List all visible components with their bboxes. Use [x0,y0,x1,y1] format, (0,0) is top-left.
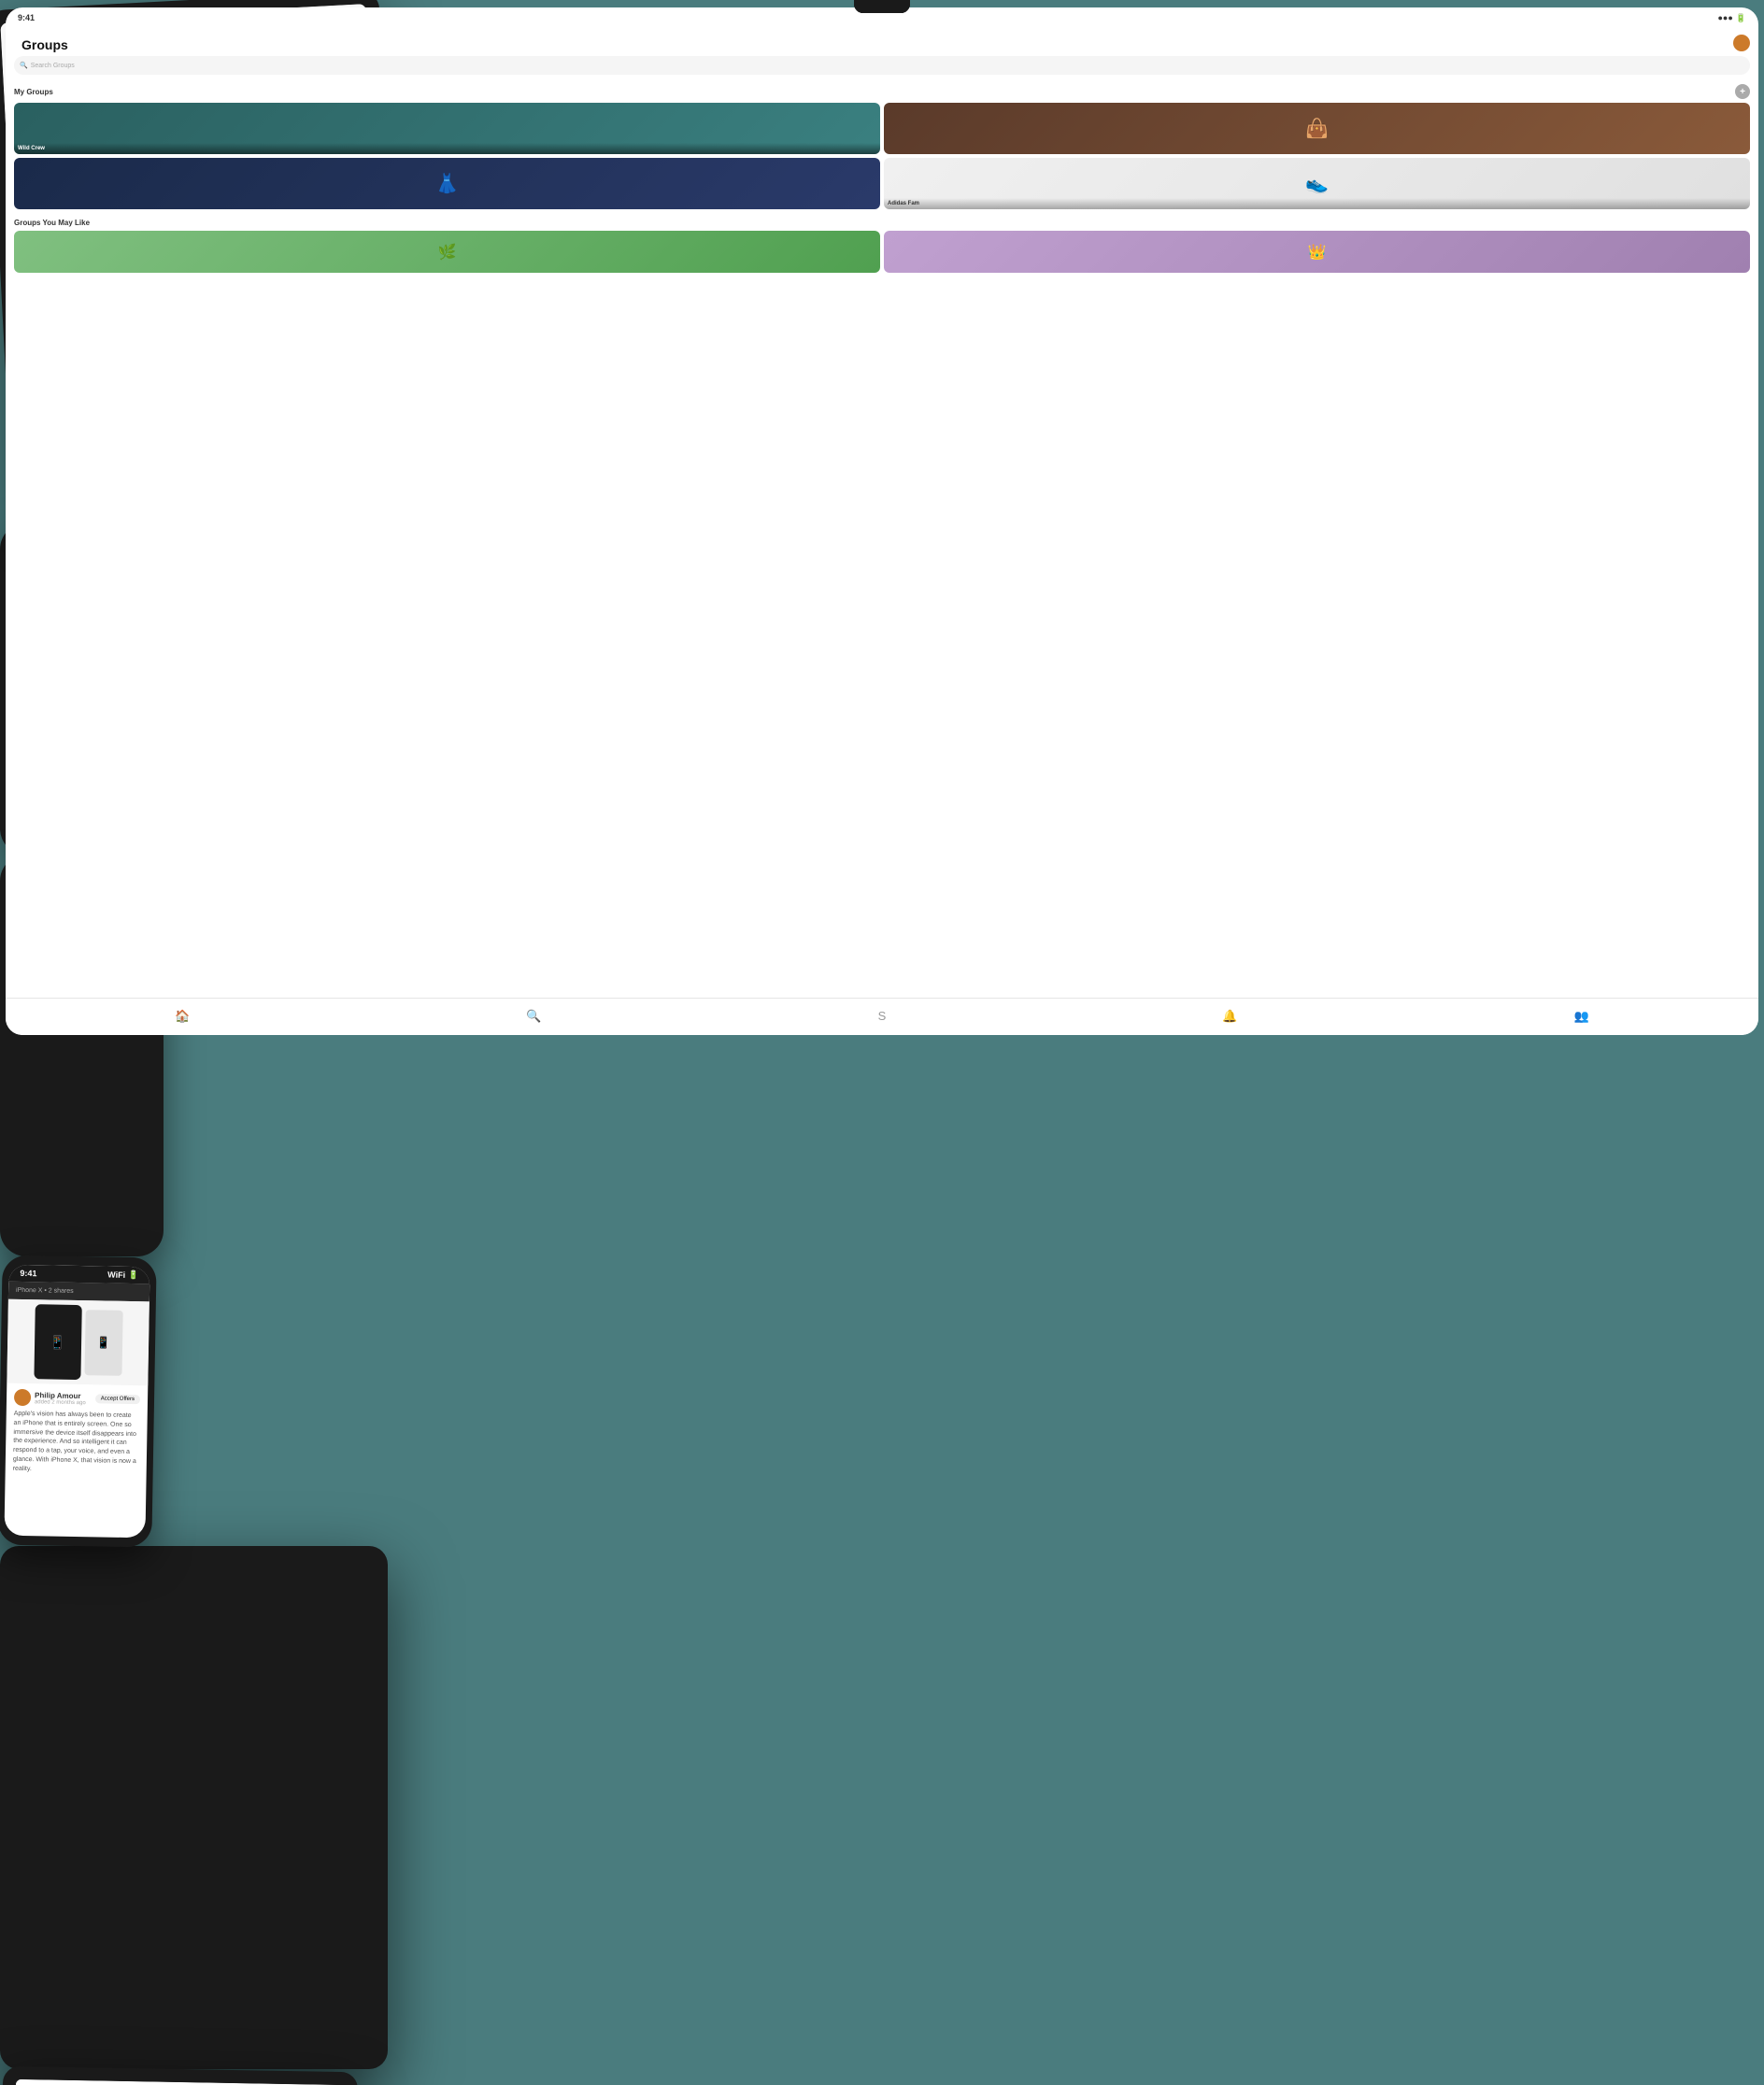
nav-search[interactable]: 🔍 [526,1009,541,1024]
sugg-group-2[interactable]: 👑 [884,231,1750,273]
groups-notch [854,0,910,13]
groups-nav: 🏠 🔍 S 🔔 👥 [7,998,1757,1035]
group-2[interactable]: 👜 [884,103,1750,154]
nav-feed[interactable]: 🏠 [175,1009,190,1024]
groups-search-input[interactable]: 🔍 Search Groups [14,56,1750,75]
sugg-group-1[interactable]: 🌿 [14,231,880,273]
iphone-avatar [14,1389,31,1406]
group-3[interactable]: 👗 [14,158,880,209]
phone-iphone-preview: 9:41 WiFi🔋 iPhone X • 2 shares 📱 📱 Phili… [0,1255,157,1548]
ipad-center-shelf: 9:41 Wed Jun 8 WiFi100%🔋 ⬆ Edit My Favor… [0,1546,388,2069]
nav-bell[interactable]: 🔔 [1222,1009,1237,1024]
group-wild-crew[interactable]: Wild Crew [14,103,880,154]
nav-group[interactable]: 👥 [1574,1009,1589,1024]
accept-offers-btn[interactable]: Accept Offers [95,1394,140,1404]
nav-s[interactable]: S [878,1009,887,1023]
group-adidas[interactable]: 👟 Adidas Fam [884,158,1750,209]
groups-avatar [1733,35,1750,51]
add-group-btn[interactable]: + [1735,84,1750,99]
